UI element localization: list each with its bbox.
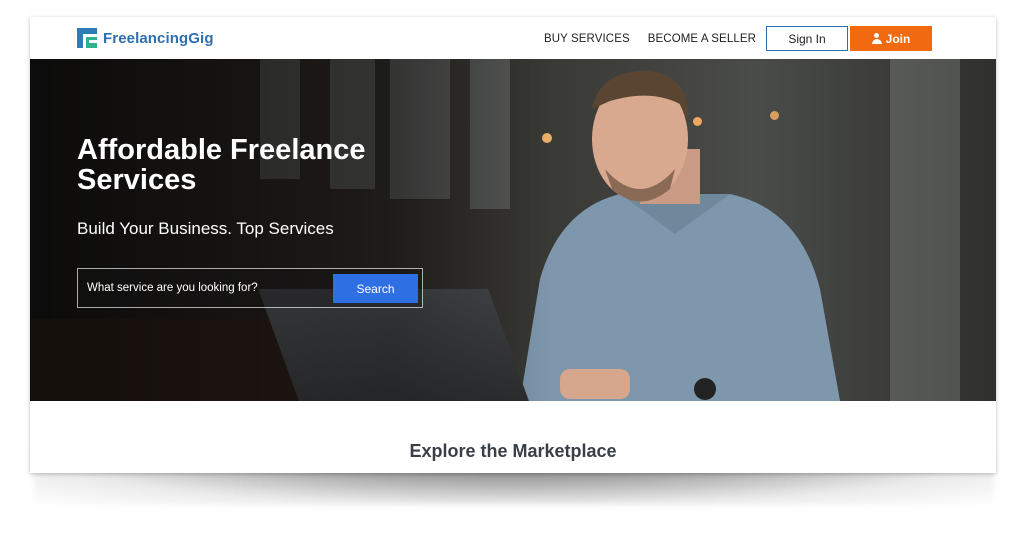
main-nav: BUY SERVICES BECOME A SELLER Sign In Joi… xyxy=(544,26,932,51)
search-button-label: Search xyxy=(356,281,395,296)
logo-text: FreelancingGig xyxy=(103,29,214,47)
service-search-form: Search xyxy=(77,268,423,308)
hero-banner: Affordable Freelance Services Build Your… xyxy=(30,59,996,401)
logo-icon xyxy=(77,28,97,48)
background-window xyxy=(890,59,960,401)
site-header: FreelancingGig BUY SERVICES BECOME A SEL… xyxy=(30,17,996,59)
user-icon xyxy=(871,33,882,44)
site-logo[interactable]: FreelancingGig xyxy=(77,27,214,49)
hero-title: Affordable Freelance Services xyxy=(77,134,366,196)
nav-buy-services[interactable]: BUY SERVICES xyxy=(544,33,630,45)
freelancer-photo xyxy=(520,70,840,401)
service-search-input[interactable] xyxy=(78,269,328,307)
sign-in-button[interactable]: Sign In xyxy=(766,26,848,51)
nav-become-seller[interactable]: BECOME A SELLER xyxy=(648,33,756,45)
join-button[interactable]: Join xyxy=(850,26,932,51)
page-frame: FreelancingGig BUY SERVICES BECOME A SEL… xyxy=(30,17,996,473)
join-label: Join xyxy=(885,31,911,46)
hero-subtitle: Build Your Business. Top Services xyxy=(77,219,334,238)
search-button[interactable]: Search xyxy=(333,274,418,303)
sign-in-label: Sign In xyxy=(788,31,826,46)
section-title: Explore the Marketplace xyxy=(409,441,617,461)
